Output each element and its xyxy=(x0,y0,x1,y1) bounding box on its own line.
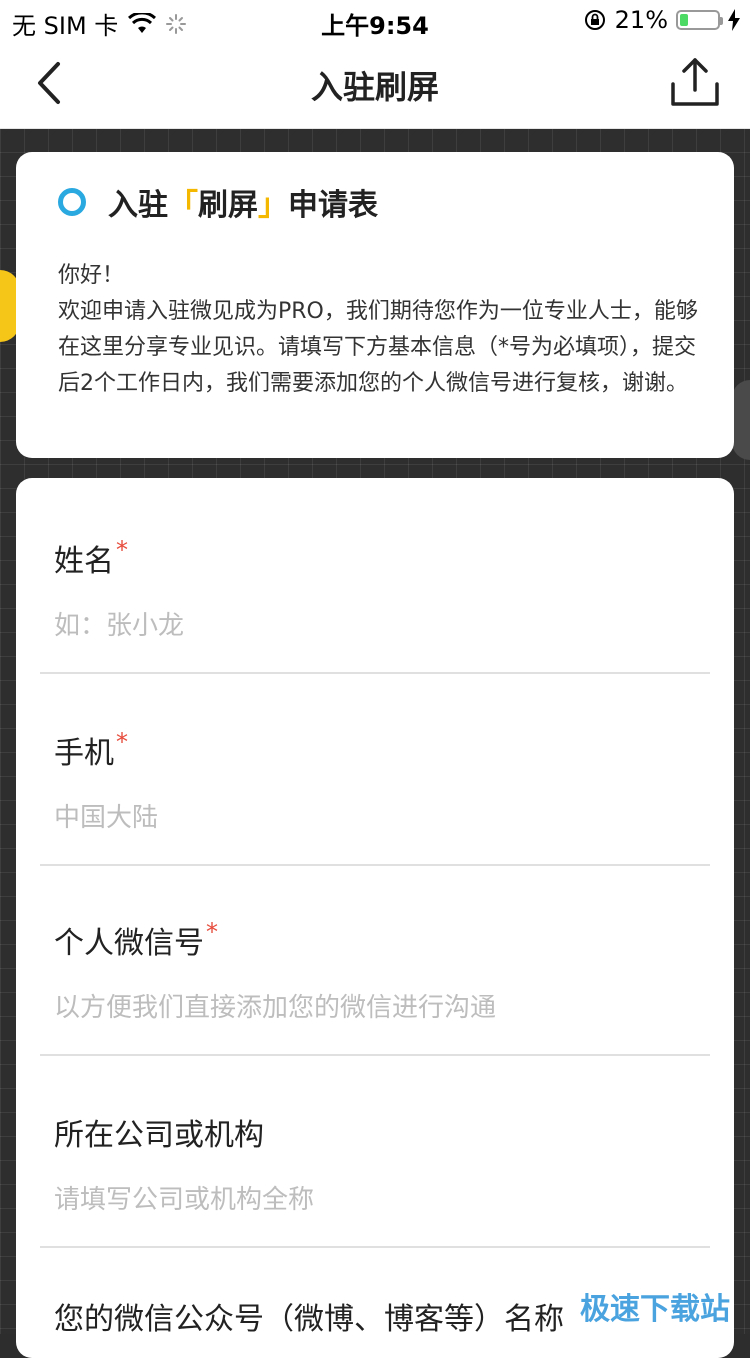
share-upload-icon xyxy=(671,58,719,106)
company-input[interactable] xyxy=(54,1180,694,1220)
field-label: 手机* xyxy=(54,728,128,772)
field-label-text: 手机 xyxy=(54,736,114,771)
page-title: 入驻刷屏 xyxy=(310,68,439,106)
battery-icon xyxy=(676,10,723,30)
wechat-id-input[interactable] xyxy=(54,988,694,1028)
status-bar: 无 SIM 卡 上午9:54 21% xyxy=(0,0,750,40)
intro-description: 你好！ 欢迎申请入驻微见成为PRO，我们期待您作为一位专业人士，能够在这里分享专… xyxy=(58,263,698,396)
phone-input[interactable] xyxy=(54,798,694,838)
heading-name: 刷屏 xyxy=(198,188,258,223)
field-label-text: 所在公司或机构 xyxy=(54,1118,264,1153)
navigation-bar: 入驻刷屏 xyxy=(0,40,750,129)
heading-prefix: 入驻 xyxy=(108,188,168,223)
name-input[interactable] xyxy=(54,606,694,646)
field-divider xyxy=(40,864,710,866)
charging-bolt-icon xyxy=(728,9,740,31)
status-right: 21% xyxy=(583,6,740,34)
battery-percent: 21% xyxy=(614,6,668,34)
intro-heading: 入驻「刷屏」申请表 xyxy=(58,180,378,224)
watermark: 极速下载站 xyxy=(580,1292,730,1327)
field-label-text: 个人微信号 xyxy=(54,926,204,961)
field-label: 所在公司或机构 xyxy=(54,1110,264,1154)
floating-tab-gray xyxy=(732,380,750,460)
share-button[interactable] xyxy=(670,56,720,110)
required-mark: * xyxy=(206,918,218,946)
heading-bracket-close: 」 xyxy=(258,188,288,223)
field-label-text: 您的微信公众号（微博、博客等）名称 xyxy=(54,1302,564,1337)
field-divider xyxy=(40,1246,710,1248)
heading-suffix: 申请表 xyxy=(288,188,378,223)
ring-bullet-icon xyxy=(58,188,86,216)
field-label: 您的微信公众号（微博、博客等）名称 xyxy=(54,1294,564,1338)
intro-card: 入驻「刷屏」申请表 你好！ 欢迎申请入驻微见成为PRO，我们期待您作为一位专业人… xyxy=(16,152,734,458)
field-divider xyxy=(40,672,710,674)
required-mark: * xyxy=(116,536,128,564)
orientation-lock-icon xyxy=(584,10,605,30)
application-form: 姓名* 手机* 个人微信号* 所在公司或机构 您的微信公众号（微博、博客等）名称 xyxy=(16,478,734,1358)
field-label: 个人微信号* xyxy=(54,918,218,962)
heading-bracket-open: 「 xyxy=(168,188,198,223)
field-label: 姓名* xyxy=(54,536,128,580)
field-divider xyxy=(40,1054,710,1056)
required-mark: * xyxy=(116,728,128,756)
field-label-text: 姓名 xyxy=(54,544,114,579)
intro-heading-text: 入驻「刷屏」申请表 xyxy=(108,180,378,224)
